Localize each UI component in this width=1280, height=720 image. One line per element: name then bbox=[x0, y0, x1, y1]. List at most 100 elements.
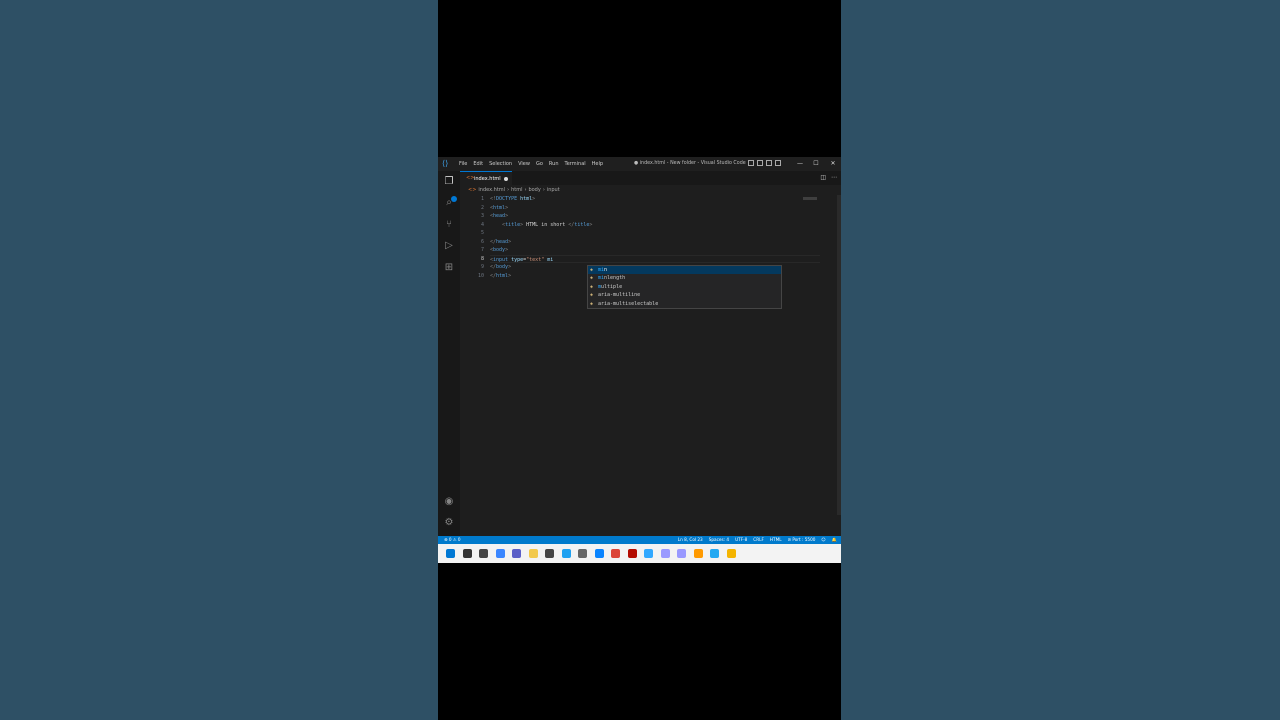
line-number: 9 bbox=[480, 264, 484, 270]
chat-icon[interactable] bbox=[512, 549, 521, 558]
code-token: input bbox=[493, 256, 509, 263]
breadcrumb-item[interactable]: input bbox=[547, 186, 560, 194]
code-token: head bbox=[496, 238, 509, 245]
cursor-position[interactable]: Ln 8, Col 23 bbox=[678, 536, 703, 544]
minimize-button[interactable]: — bbox=[792, 157, 808, 171]
extensions-icon[interactable]: ⊞ bbox=[443, 262, 455, 274]
menu-bar: File Edit Selection View Go Run Terminal… bbox=[456, 157, 606, 171]
tab-label: index.html bbox=[474, 176, 501, 182]
language-mode[interactable]: HTML bbox=[770, 536, 782, 544]
more-actions-icon[interactable]: ⋯ bbox=[831, 174, 837, 181]
code-token: body bbox=[493, 247, 506, 253]
code-line[interactable]: <input type="text" mi bbox=[490, 254, 820, 263]
code-token: HTML in short bbox=[523, 221, 569, 228]
suggestion-item[interactable]: ◈ aria-multiselectable bbox=[588, 300, 781, 308]
windows-start-icon[interactable] bbox=[446, 549, 455, 558]
code-token: > bbox=[505, 247, 509, 253]
encoding[interactable]: UTF-8 bbox=[735, 536, 747, 544]
suggestion-rest: aria-multiselectable bbox=[598, 300, 659, 307]
line-number: 3 bbox=[480, 213, 484, 219]
code-line[interactable]: <html> bbox=[490, 204, 820, 213]
explorer-icon[interactable]: ❐ bbox=[443, 176, 455, 188]
code-line[interactable]: <!DOCTYPE html> bbox=[490, 195, 820, 204]
menu-selection[interactable]: Selection bbox=[486, 157, 515, 171]
window-title: ● index.html - New folder - Visual Studi… bbox=[634, 161, 746, 166]
breadcrumb-item[interactable]: body bbox=[528, 186, 540, 194]
source-control-icon[interactable]: ⑂ bbox=[443, 219, 455, 231]
split-editor-icon[interactable]: ◫ bbox=[820, 174, 826, 181]
account-icon[interactable]: ◉ bbox=[443, 496, 455, 508]
code-token: > bbox=[505, 213, 509, 219]
settings-gear-icon[interactable]: ⚙ bbox=[443, 517, 455, 529]
suggestion-item[interactable]: ◈ minlength bbox=[588, 274, 781, 282]
breadcrumb-item[interactable]: html bbox=[511, 186, 522, 194]
windows-taskbar bbox=[438, 544, 841, 563]
chrome-icon[interactable] bbox=[611, 549, 620, 558]
code-editor[interactable]: 1 2 3 4 5 6 7 8 9 10 <!DOCTYPE html> <html> <head> … bbox=[460, 195, 841, 536]
menu-edit[interactable]: Edit bbox=[470, 157, 486, 171]
chrome-canary-icon[interactable] bbox=[726, 549, 736, 558]
premiere-icon[interactable] bbox=[660, 549, 670, 558]
code-token: > bbox=[508, 238, 512, 245]
edge-icon[interactable] bbox=[561, 549, 571, 558]
live-server-port[interactable]: ⊘ Port : 5500 bbox=[788, 536, 816, 544]
suggestion-item[interactable]: ◈ min bbox=[588, 266, 781, 275]
vscode-logo-icon: ⟨⟩ bbox=[442, 159, 449, 168]
toggle-sidebar-icon[interactable] bbox=[748, 160, 754, 166]
code-token: title bbox=[574, 221, 590, 228]
code-token: > bbox=[589, 221, 593, 228]
suggestion-item[interactable]: ◈ multiple bbox=[588, 283, 781, 291]
code-token: body bbox=[496, 264, 509, 270]
menu-go[interactable]: Go bbox=[533, 157, 546, 171]
menu-file[interactable]: File bbox=[456, 157, 470, 171]
feedback-icon[interactable]: ☺ bbox=[821, 536, 825, 544]
store-icon[interactable] bbox=[545, 549, 554, 558]
menu-run[interactable]: Run bbox=[546, 157, 562, 171]
code-token: mi bbox=[544, 256, 554, 263]
run-debug-icon[interactable]: ▷ bbox=[443, 240, 455, 252]
minimap[interactable] bbox=[803, 197, 817, 200]
code-line[interactable] bbox=[490, 229, 820, 238]
file-explorer-icon[interactable] bbox=[479, 549, 488, 558]
widgets-icon[interactable] bbox=[495, 549, 505, 558]
unsaved-dot-icon[interactable] bbox=[504, 177, 508, 181]
tab-index-html[interactable]: <> index.html bbox=[460, 171, 512, 185]
code-line[interactable]: </head> bbox=[490, 238, 820, 247]
file-manager-icon[interactable] bbox=[528, 549, 538, 558]
suggestion-item[interactable]: ◈ aria-multiline bbox=[588, 291, 781, 299]
editor-scrollbar[interactable] bbox=[837, 195, 841, 515]
vscode-icon[interactable] bbox=[710, 549, 719, 558]
toggle-panel-icon[interactable] bbox=[757, 160, 763, 166]
menu-help[interactable]: Help bbox=[589, 157, 606, 171]
problems-indicator[interactable]: ⊗ 0 ⚠ 0 bbox=[444, 536, 461, 544]
customize-layout-icon[interactable] bbox=[775, 160, 781, 166]
toggle-secondary-sidebar-icon[interactable] bbox=[766, 160, 772, 166]
code-token: > bbox=[508, 272, 512, 279]
property-icon: ◈ bbox=[590, 275, 594, 282]
notifications-bell-icon[interactable]: 🔔 bbox=[832, 536, 837, 544]
acrobat-icon[interactable] bbox=[627, 549, 637, 558]
breadcrumb-item[interactable]: index.html bbox=[478, 186, 505, 194]
code-line[interactable]: <head> bbox=[490, 212, 820, 221]
photos-icon[interactable] bbox=[594, 549, 604, 558]
close-button[interactable]: ✕ bbox=[825, 157, 841, 171]
indentation[interactable]: Spaces: 4 bbox=[709, 536, 729, 544]
photoshop-icon[interactable] bbox=[644, 549, 653, 558]
end-of-line[interactable]: CRLF bbox=[753, 536, 764, 544]
illustrator-icon[interactable] bbox=[693, 549, 703, 558]
code-line[interactable]: <body> bbox=[490, 246, 820, 255]
code-token: title bbox=[505, 221, 521, 228]
menu-terminal[interactable]: Terminal bbox=[562, 157, 589, 171]
menu-view[interactable]: View bbox=[515, 157, 533, 171]
after-effects-icon[interactable] bbox=[677, 549, 686, 558]
code-line[interactable]: <title> HTML in short </title> bbox=[490, 221, 820, 230]
line-number: 6 bbox=[480, 238, 484, 245]
code-token: DOCTYPE bbox=[496, 196, 518, 202]
property-icon: ◈ bbox=[590, 300, 594, 307]
chevron-right-icon: › bbox=[524, 187, 527, 193]
code-token: head bbox=[493, 213, 506, 219]
search-icon[interactable]: ⌕ bbox=[443, 197, 455, 209]
search-icon[interactable] bbox=[462, 549, 472, 558]
maximize-button[interactable]: ☐ bbox=[808, 157, 824, 171]
settings-icon[interactable] bbox=[578, 549, 587, 558]
